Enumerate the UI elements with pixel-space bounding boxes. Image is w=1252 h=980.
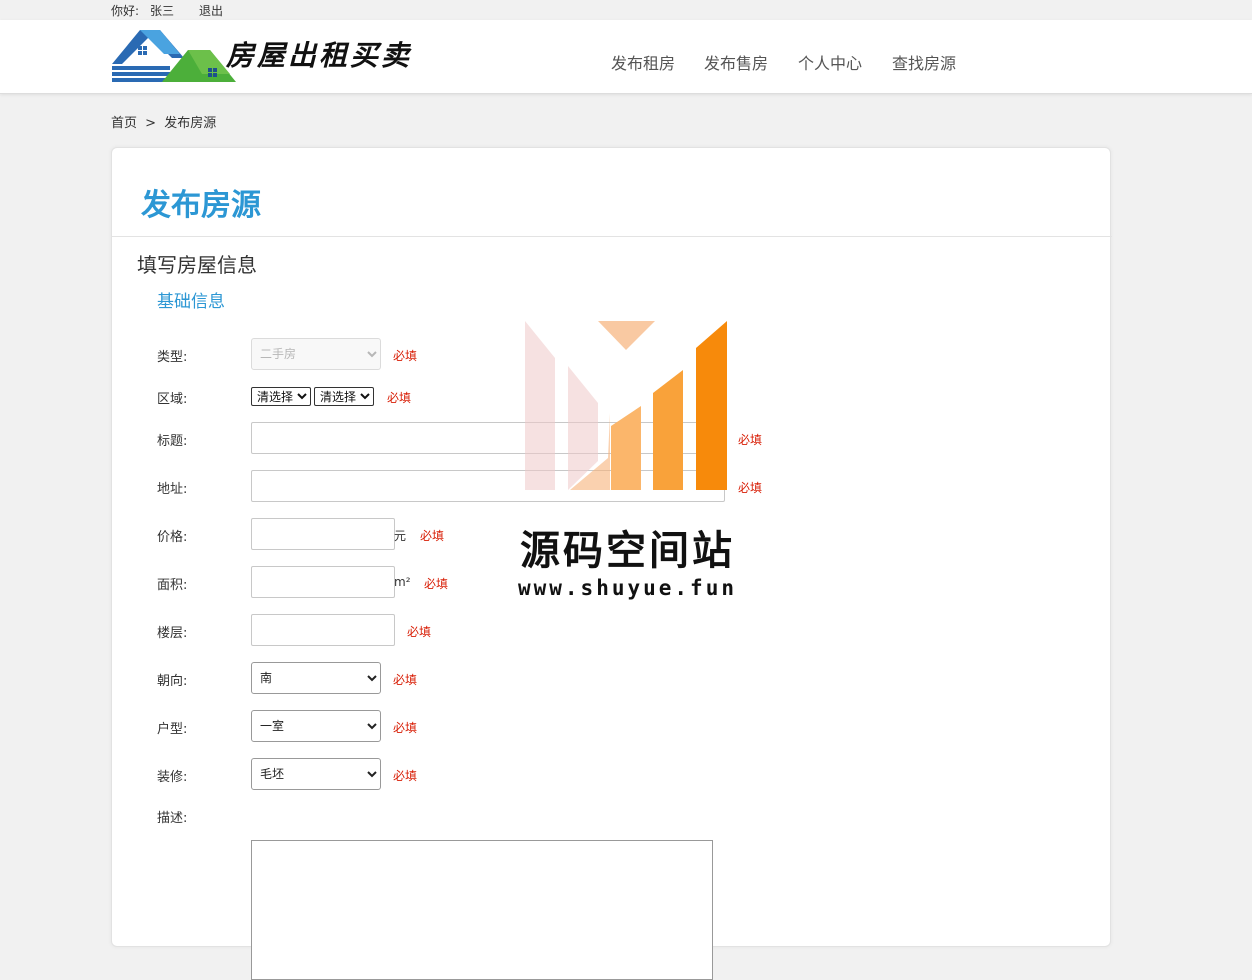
house-logo-icon[interactable] [110, 28, 240, 82]
price-input[interactable] [251, 518, 395, 550]
nav-find-listings[interactable]: 查找房源 [892, 50, 956, 74]
decoration-required: 必填 [393, 769, 418, 783]
area-input[interactable] [251, 566, 395, 598]
description-textarea[interactable] [251, 840, 713, 980]
region-select-district[interactable]: 清选择 [251, 387, 311, 406]
address-label: 地址: [157, 482, 188, 497]
floor-label: 楼层: [157, 626, 188, 641]
area-unit: m² [394, 575, 411, 589]
decoration-select[interactable]: 毛坯 [251, 758, 381, 790]
logout-link[interactable]: 退出 [199, 2, 223, 19]
username[interactable]: 张三 [150, 2, 174, 19]
address-input[interactable] [251, 470, 725, 502]
nav-personal-center[interactable]: 个人中心 [798, 50, 862, 74]
orientation-label: 朝向: [157, 674, 188, 689]
breadcrumb-home[interactable]: 首页 [111, 116, 137, 131]
type-label: 类型: [157, 350, 188, 365]
area-label: 面积: [157, 578, 188, 593]
title-divider [112, 236, 1112, 237]
type-select[interactable]: 二手房 [251, 338, 381, 370]
nav-publish-sale[interactable]: 发布售房 [704, 50, 768, 74]
orientation-select[interactable]: 南 [251, 662, 381, 694]
orientation-required: 必填 [393, 673, 418, 687]
layout-select[interactable]: 一室 [251, 710, 381, 742]
region-select-subdistrict[interactable]: 清选择 [314, 387, 374, 406]
page-title: 发布房源 [141, 188, 261, 223]
section-title: 填写房屋信息 [137, 253, 257, 277]
price-required: 必填 [420, 529, 445, 543]
type-required: 必填 [393, 349, 418, 363]
top-bar: 你好: 张三 退出 [0, 0, 1252, 20]
description-label: 描述: [157, 811, 188, 826]
address-required: 必填 [738, 481, 763, 495]
subsection-title: 基础信息 [157, 292, 225, 312]
nav-publish-rent[interactable]: 发布租房 [611, 50, 675, 74]
site-title: 房屋出租买卖 [226, 39, 413, 72]
floor-input[interactable] [251, 614, 395, 646]
breadcrumb-separator: > [145, 116, 157, 131]
title-label: 标题: [157, 434, 188, 449]
title-input[interactable] [251, 422, 725, 454]
greeting-text: 你好: [111, 4, 140, 18]
breadcrumb-current: 发布房源 [164, 116, 217, 131]
floor-required: 必填 [407, 625, 432, 639]
layout-label: 户型: [157, 722, 188, 737]
publish-form-card: 发布房源 填写房屋信息 基础信息 类型: 二手房 必填 区域: 清选择 清选择 … [111, 147, 1112, 980]
breadcrumb: 首页 > 发布房源 [111, 112, 220, 131]
site-header: 房屋出租买卖 发布租房 发布售房 个人中心 查找房源 [0, 20, 1252, 94]
decoration-label: 装修: [157, 770, 188, 785]
region-label: 区域: [157, 392, 188, 407]
price-label: 价格: [157, 530, 188, 545]
area-required: 必填 [424, 577, 449, 591]
layout-required: 必填 [393, 721, 418, 735]
region-required: 必填 [387, 391, 412, 405]
price-unit: 元 [394, 529, 407, 543]
title-required: 必填 [738, 433, 763, 447]
